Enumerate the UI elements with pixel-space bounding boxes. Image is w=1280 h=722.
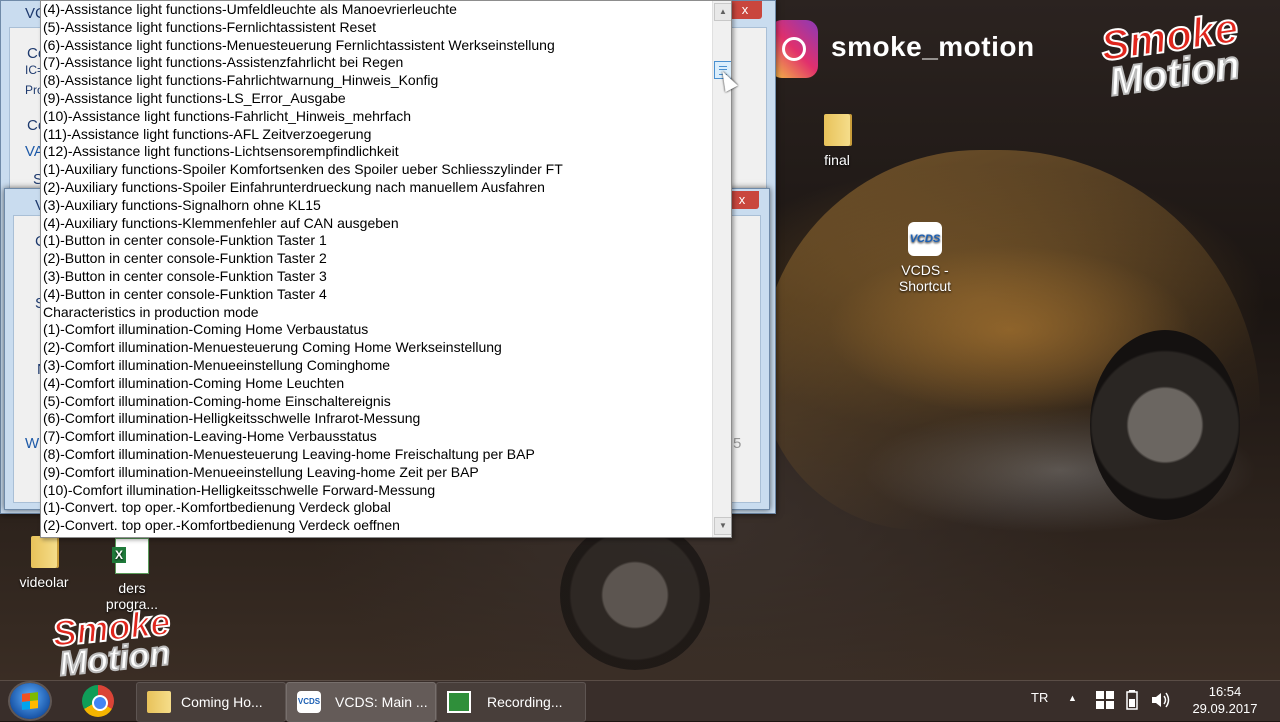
desktop-icon-ders-programi[interactable]: ders progra... bbox=[92, 538, 172, 612]
folder-icon bbox=[824, 114, 850, 146]
list-item[interactable]: (2)-Convert. top oper.-Komfortbedienung … bbox=[43, 517, 713, 535]
desktop-icon-label: ders bbox=[118, 580, 146, 596]
clock-time: 16:54 bbox=[1208, 684, 1242, 699]
list-item[interactable]: (4)-Button in center console-Funktion Ta… bbox=[43, 286, 713, 304]
list-item[interactable]: (3)-Auxiliary functions-Signalhorn ohne … bbox=[43, 197, 713, 215]
scroll-up-button[interactable]: ▲ bbox=[714, 3, 731, 21]
instagram-handle: smoke_motion bbox=[831, 31, 1035, 62]
list-item[interactable]: (1)-Convert. top oper.-Komfortbedienung … bbox=[43, 499, 713, 517]
scroll-down-button[interactable]: ▼ bbox=[714, 517, 731, 535]
taskbar-button-vcds[interactable]: VCDS VCDS: Main ... bbox=[286, 682, 436, 722]
desktop-icon-videolar[interactable]: videolar bbox=[4, 536, 84, 590]
window-text-fragment: 5 bbox=[733, 435, 742, 452]
desktop-icon-label: videolar bbox=[19, 574, 69, 590]
taskbar-button-label: Recording... bbox=[487, 694, 563, 710]
taskbar-button-label: Coming Ho... bbox=[181, 694, 263, 710]
list-item[interactable]: (7)-Assistance light functions-Assistenz… bbox=[43, 54, 713, 72]
volume-icon[interactable] bbox=[1150, 690, 1172, 710]
input-language-indicator[interactable]: TR bbox=[1031, 690, 1048, 705]
battery-icon[interactable] bbox=[1126, 690, 1138, 710]
desktop-icon-label: progra... bbox=[105, 596, 159, 612]
desktop-icon-final[interactable]: final bbox=[797, 114, 877, 168]
list-item[interactable]: (9)-Comfort illumination-Menueeinstellun… bbox=[43, 464, 713, 482]
list-item[interactable]: (10)-Comfort illumination-Helligkeitssch… bbox=[43, 482, 713, 500]
chrome-icon[interactable] bbox=[80, 683, 116, 719]
taskbar-button-label: VCDS: Main ... bbox=[335, 694, 428, 710]
start-button[interactable] bbox=[10, 683, 50, 719]
taskbar: Coming Ho... VCDS VCDS: Main ... Recordi… bbox=[0, 680, 1280, 722]
folder-icon bbox=[31, 536, 57, 568]
list-item[interactable]: (5)-Assistance light functions-Fernlicht… bbox=[43, 19, 713, 37]
list-item[interactable]: (8)-Comfort illumination-Menuesteuerung … bbox=[43, 446, 713, 464]
list-item[interactable]: (4)-Comfort illumination-Coming Home Leu… bbox=[43, 375, 713, 393]
list-item[interactable]: (2)-Auxiliary functions-Spoiler Einfahru… bbox=[43, 179, 713, 197]
list-item[interactable]: (2)-Comfort illumination-Menuesteuerung … bbox=[43, 339, 713, 357]
list-item[interactable]: (3)-Button in center console-Funktion Ta… bbox=[43, 268, 713, 286]
channel-list: (4)-Assistance light functions-Umfeldleu… bbox=[43, 1, 713, 535]
desktop-wallpaper: smoke_motion Smoke Motion Smoke Motion f… bbox=[0, 0, 1280, 680]
close-button[interactable]: x bbox=[728, 1, 762, 19]
list-item[interactable]: (5)-Comfort illumination-Coming-home Ein… bbox=[43, 393, 713, 411]
show-hidden-icons-chevron-icon[interactable]: ▲ bbox=[1068, 693, 1077, 703]
window-text-fragment: W bbox=[25, 435, 40, 452]
list-item[interactable]: (7)-Comfort illumination-Leaving-Home Ve… bbox=[43, 428, 713, 446]
list-item[interactable]: (1)-Button in center console-Funktion Ta… bbox=[43, 232, 713, 250]
list-item[interactable]: (11)-Assistance light functions-AFL Zeit… bbox=[43, 126, 713, 144]
list-item[interactable]: (3)-Comfort illumination-Menueeinstellun… bbox=[43, 357, 713, 375]
smoke-motion-logo-bottom: Smoke Motion bbox=[49, 600, 173, 680]
camtasia-icon bbox=[447, 691, 471, 713]
desktop-icon-label: Shortcut bbox=[898, 278, 952, 294]
list-item[interactable]: (2)-Button in center console-Funktion Ta… bbox=[43, 250, 713, 268]
taskbar-button-explorer[interactable]: Coming Ho... bbox=[136, 682, 286, 722]
desktop-icon-vcds-shortcut[interactable]: VCDS VCDS - Shortcut bbox=[885, 222, 965, 294]
taskbar-button-recording[interactable]: Recording... bbox=[436, 682, 586, 722]
list-item[interactable]: (4)-Assistance light functions-Umfeldleu… bbox=[43, 1, 713, 19]
clock-date: 29.09.2017 bbox=[1192, 701, 1258, 716]
desktop-icon-label: VCDS - bbox=[901, 262, 949, 278]
folder-icon bbox=[147, 691, 171, 713]
list-item[interactable]: (8)-Assistance light functions-Fahrlicht… bbox=[43, 72, 713, 90]
smoke-motion-logo-top: Smoke Motion bbox=[1097, 3, 1244, 106]
instagram-icon bbox=[770, 20, 818, 78]
vcds-icon: VCDS bbox=[908, 222, 942, 256]
adaptation-channel-dropdown-list[interactable]: (4)-Assistance light functions-Umfeldleu… bbox=[40, 0, 732, 538]
system-clock[interactable]: 16:54 29.09.2017 bbox=[1180, 683, 1270, 717]
list-item[interactable]: (6)-Comfort illumination-Helligkeitsschw… bbox=[43, 410, 713, 428]
list-item[interactable]: Characteristics in production mode bbox=[43, 304, 713, 322]
desktop-icon-label: final bbox=[824, 152, 850, 168]
list-item[interactable]: (9)-Assistance light functions-LS_Error_… bbox=[43, 90, 713, 108]
car-wheel-rear bbox=[560, 520, 710, 670]
excel-file-icon bbox=[112, 538, 149, 574]
list-item[interactable]: (1)-Comfort illumination-Coming Home Ver… bbox=[43, 321, 713, 339]
car-wheel-front bbox=[1090, 330, 1240, 520]
list-item[interactable]: (1)-Auxiliary functions-Spoiler Komforts… bbox=[43, 161, 713, 179]
vcds-icon: VCDS bbox=[297, 691, 321, 713]
list-item[interactable]: (4)-Auxiliary functions-Klemmenfehler au… bbox=[43, 215, 713, 233]
list-item[interactable]: (10)-Assistance light functions-Fahrlich… bbox=[43, 108, 713, 126]
list-item[interactable]: (6)-Assistance light functions-Menuesteu… bbox=[43, 37, 713, 55]
list-item[interactable]: (12)-Assistance light functions-Lichtsen… bbox=[43, 143, 713, 161]
windows-logo-icon[interactable] bbox=[1096, 691, 1114, 709]
